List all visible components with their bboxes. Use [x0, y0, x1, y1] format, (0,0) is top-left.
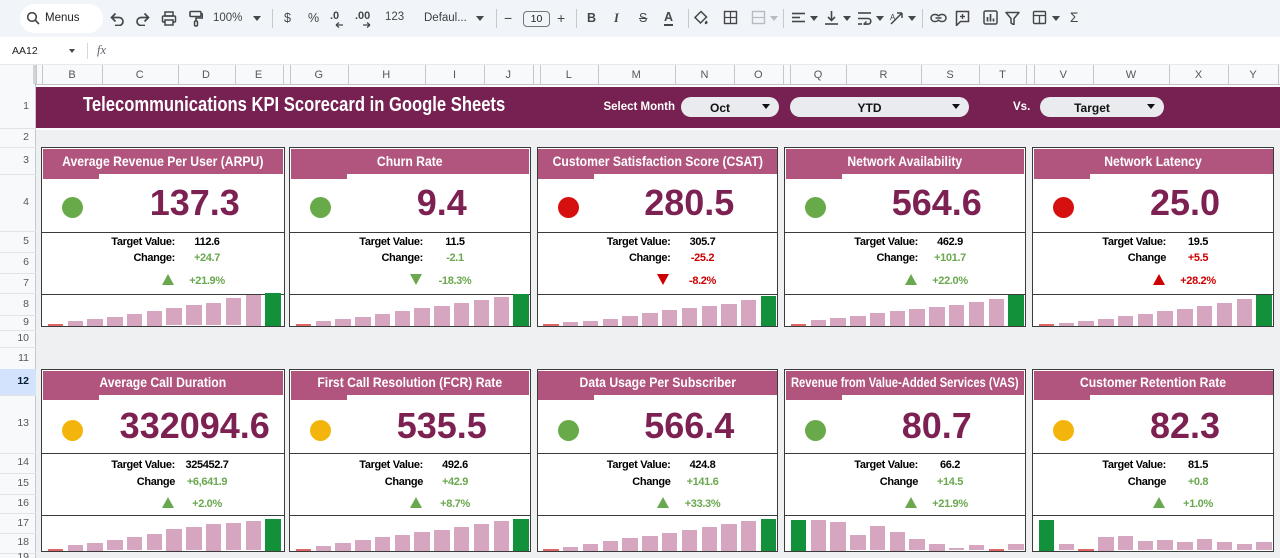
svg-text:A: A — [890, 13, 896, 22]
